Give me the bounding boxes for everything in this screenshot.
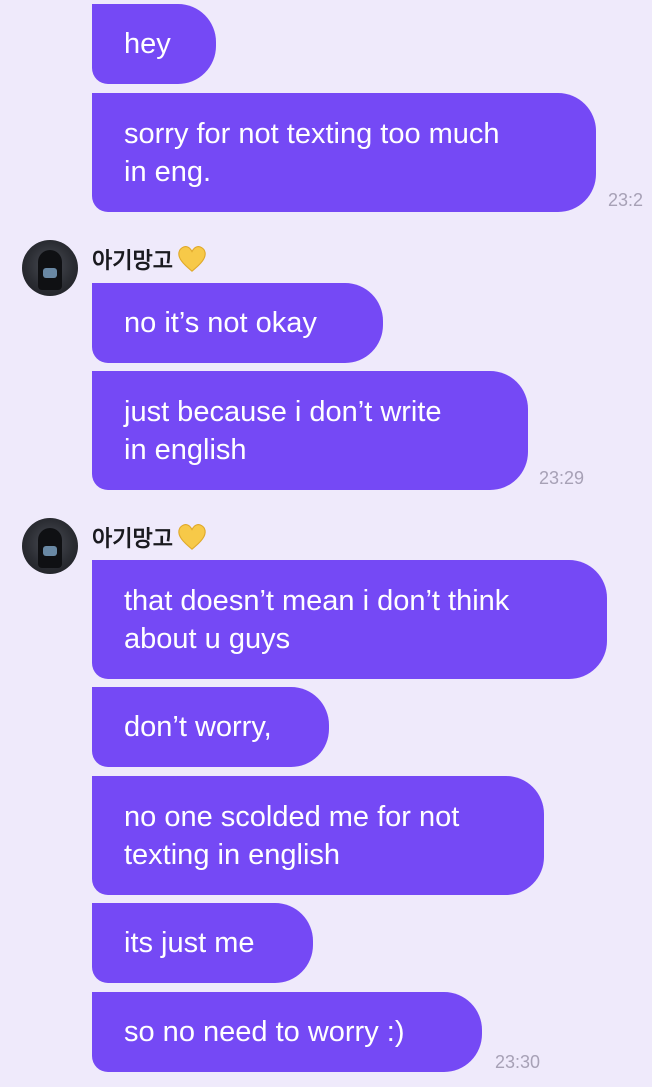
sender-name-label: 아기망고 [92,526,173,551]
message-text: sorry for not texting too much in eng. [124,117,500,188]
message-bubble[interactable]: don’t worry, [92,687,329,767]
message-bubble[interactable]: that doesn’t mean i don’t think about u … [92,560,607,679]
message-bubble[interactable]: hey [92,4,216,84]
message-text: that doesn’t mean i don’t think about u … [124,584,510,655]
sender-name-label: 아기망고 [92,248,173,273]
sender-name: 아기망고 [92,243,207,275]
message-text: its just me [124,927,255,959]
message-bubble[interactable]: sorry for not texting too much in eng. [92,93,596,212]
message-bubble[interactable]: just because i don’t write in english [92,371,528,490]
avatar[interactable] [22,518,78,574]
yellow-heart-icon [178,524,206,550]
message-bubble[interactable]: no one scolded me for not texting in eng… [92,776,544,895]
message-text: just because i don’t write in english [124,395,442,466]
message-text: no one scolded me for not texting in eng… [124,800,460,871]
message-text: hey [124,28,171,60]
message-timestamp: 23:29 [539,468,585,488]
message-text: no it’s not okay [124,307,317,339]
message-bubble[interactable]: its just me [92,903,313,983]
yellow-heart-icon [178,246,206,272]
message-timestamp: 23:30 [495,1052,541,1072]
message-text: don’t worry, [124,711,272,743]
message-text: so no need to worry :) [124,1016,405,1048]
message-bubble[interactable]: so no need to worry :) [92,992,482,1072]
message-timestamp: 23:2 [608,190,644,210]
message-bubble[interactable]: no it’s not okay [92,283,383,363]
avatar[interactable] [22,240,78,296]
sender-name: 아기망고 [92,521,207,553]
